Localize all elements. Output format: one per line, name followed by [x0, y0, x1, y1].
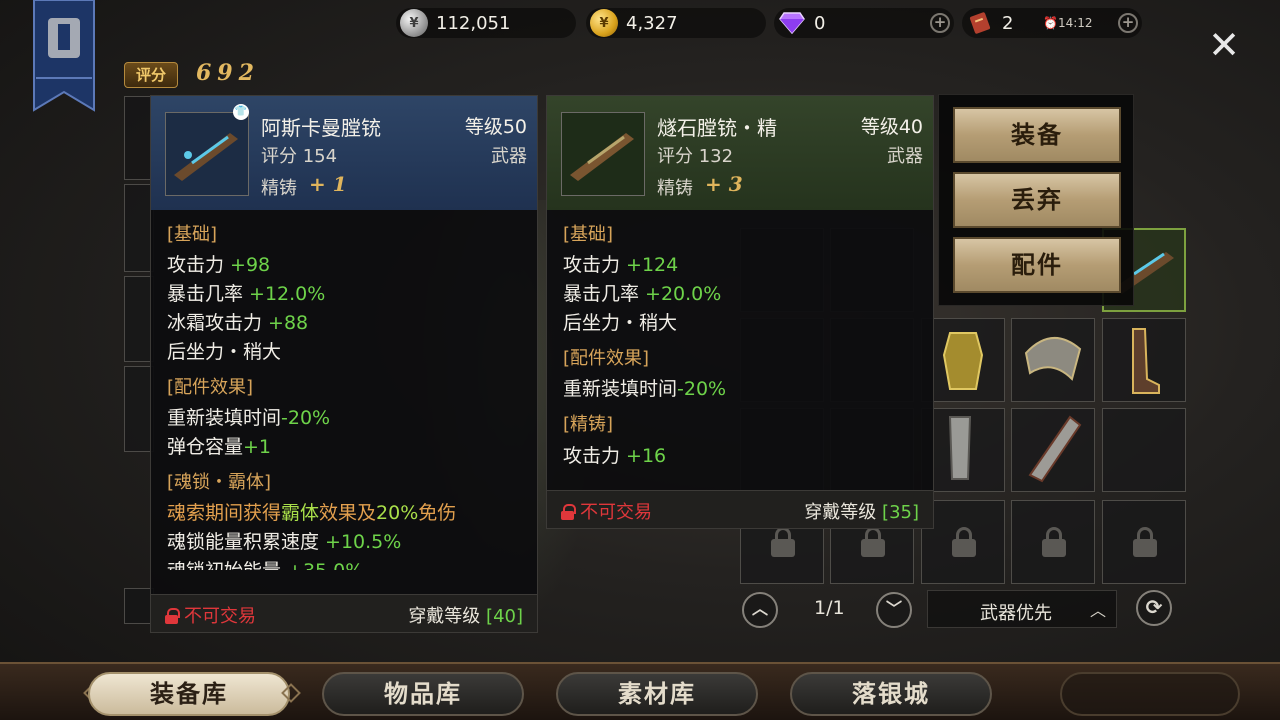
item-type: 武器	[491, 146, 527, 167]
stat-row: 暴击几率 +12.0%	[167, 283, 326, 305]
stat-row: 攻击力 +124	[563, 254, 679, 276]
sort-label: 武器优先	[980, 603, 1052, 624]
lock-icon	[771, 527, 795, 557]
tooltip-header: 👕 阿斯卡曼膛铳 等级50 评分 154 武器 精铸 + 1	[151, 96, 537, 210]
item-icon-frame	[165, 112, 249, 196]
lock-icon	[561, 504, 576, 520]
refine-value: + 3	[705, 172, 743, 196]
inventory-slot[interactable]	[1102, 408, 1186, 492]
score-value: 692	[196, 60, 260, 86]
tooltip-footer: 不可交易 穿戴等级 [40]	[151, 594, 537, 632]
wear-level: 穿戴等级 [40]	[408, 606, 523, 627]
tooltip-header: 燧石膛铳・精 等级40 评分 132 武器 精铸 + 3	[547, 96, 933, 210]
discard-button[interactable]: 丢弃	[953, 172, 1121, 228]
inventory-slot[interactable]	[1011, 318, 1095, 402]
rifle-icon	[174, 133, 238, 181]
tab-materials[interactable]: 素材库	[556, 672, 758, 716]
stat-row: 冰霜攻击力 +88	[167, 312, 309, 334]
refine-label: 精铸	[261, 178, 297, 199]
stat-row: 弹仓容量+1	[167, 436, 272, 458]
page-up-button[interactable]: ︿	[742, 592, 778, 628]
gauntlet-icon	[1028, 415, 1082, 483]
equipped-shirt-icon: 👕	[233, 104, 249, 120]
item-icon-frame	[561, 112, 645, 196]
page-indicator: 1/1	[814, 597, 845, 619]
item-level: 等级40	[860, 116, 923, 138]
inventory-slot[interactable]	[1102, 318, 1186, 402]
tab-equipment[interactable]: 装备库	[88, 672, 290, 716]
stat-row: 后坐力・稍大	[563, 312, 678, 334]
stat-row-partial: 魂锁初始能量 +35.0%	[167, 556, 363, 570]
tab-items[interactable]: 物品库	[322, 672, 524, 716]
soul-row: 魂索期间获得霸体效果及20%免伤	[167, 502, 457, 524]
section-parts: [配件效果]	[563, 348, 650, 369]
gold-counter: ¥ 4,327	[586, 8, 766, 38]
add-ticket-button[interactable]: +	[1118, 13, 1138, 33]
guild-banner[interactable]	[32, 0, 96, 115]
item-name: 阿斯卡曼膛铳	[261, 116, 381, 140]
stat-row: 重新装填时间-20%	[167, 407, 331, 429]
stat-row: 重新装填时间-20%	[563, 378, 727, 400]
sort-dropdown[interactable]: 武器优先 ︿	[927, 590, 1117, 628]
lock-icon	[165, 608, 180, 624]
locked-slot	[1011, 500, 1095, 584]
inventory-slot[interactable]	[1011, 408, 1095, 492]
lock-icon	[1042, 527, 1066, 557]
tab-luoyin-city[interactable]: 落银城	[790, 672, 992, 716]
score-label: 评分	[124, 62, 178, 88]
no-trade-label: 不可交易	[165, 602, 256, 628]
stat-row: 攻击力 +98	[167, 254, 271, 276]
stat-row: 魂锁能量积累速度 +10.5%	[167, 531, 402, 553]
lock-icon	[861, 527, 885, 557]
no-trade-label: 不可交易	[561, 498, 652, 524]
boots-icon	[1132, 328, 1160, 394]
scroll-clip: 魂锁初始能量 +35.0%	[151, 556, 537, 570]
section-base: [基础]	[563, 224, 614, 245]
lock-icon	[952, 527, 976, 557]
item-type: 武器	[887, 146, 923, 167]
action-menu: 装备 丢弃 配件	[938, 94, 1134, 306]
item-level: 等级50	[464, 116, 527, 138]
clock-icon: ⏰	[1043, 16, 1058, 30]
refine-label: 精铸	[657, 178, 693, 199]
tooltip-footer: 不可交易 穿戴等级 [35]	[547, 490, 933, 528]
ticket-icon	[966, 9, 994, 37]
locked-slot	[1102, 500, 1186, 584]
section-soul: [魂锁・霸体]	[167, 472, 272, 493]
item-name: 燧石膛铳・精	[657, 116, 777, 140]
page-down-button[interactable]: ﹀	[876, 592, 912, 628]
item-score: 评分 154	[261, 146, 338, 167]
wear-level: 穿戴等级 [35]	[804, 502, 919, 523]
rifle-icon	[570, 133, 634, 181]
item-score: 评分 132	[657, 146, 734, 167]
accessory-button[interactable]: 配件	[953, 237, 1121, 293]
chevron-up-icon: ︿	[1090, 601, 1107, 620]
section-base: [基础]	[167, 224, 218, 245]
diamond-icon	[778, 9, 806, 37]
bottom-tab-bar: 装备库 物品库 素材库 落银城	[0, 662, 1280, 720]
stat-row: 攻击力 +16	[563, 445, 667, 467]
lock-icon	[1133, 527, 1157, 557]
greaves-icon	[948, 416, 972, 480]
section-refine: [精铸]	[563, 414, 614, 435]
section-parts: [配件效果]	[167, 377, 254, 398]
refine-value: + 1	[309, 172, 347, 196]
gold-coin-icon: ¥	[590, 9, 618, 37]
diamond-counter: 0	[774, 8, 954, 38]
equip-button[interactable]: 装备	[953, 107, 1121, 163]
add-diamond-button[interactable]: +	[930, 13, 950, 33]
tab-empty-slot	[1060, 672, 1240, 716]
ticket-timer: ⏰14:12	[1043, 16, 1093, 30]
armor-icon	[942, 332, 984, 390]
refresh-button[interactable]: ⟳	[1136, 590, 1172, 626]
close-icon[interactable]: ✕	[1206, 26, 1242, 64]
pauldron-icon	[1024, 336, 1082, 381]
stat-row: 后坐力・稍大	[167, 341, 282, 363]
stat-row: 暴击几率 +20.0%	[563, 283, 722, 305]
tooltip-equipped: 👕 阿斯卡曼膛铳 等级50 评分 154 武器 精铸 + 1 [基础] 攻击力 …	[150, 95, 538, 633]
tooltip-compare: 燧石膛铳・精 等级40 评分 132 武器 精铸 + 3 [基础] 攻击力 +1…	[546, 95, 934, 529]
silver-coin-icon: ¥	[400, 9, 428, 37]
silver-counter: ¥ 112,051	[396, 8, 576, 38]
